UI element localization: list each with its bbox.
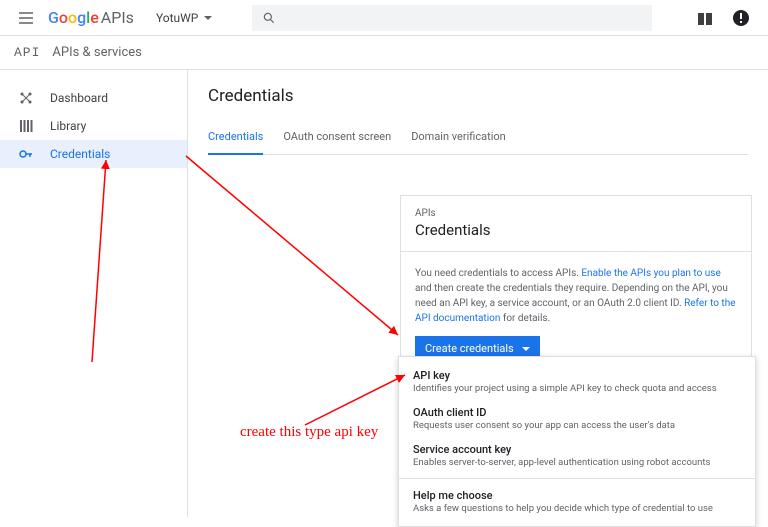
page-title: Credentials [208, 86, 748, 106]
dropdown-item-title: OAuth client ID [413, 406, 741, 419]
library-icon [18, 118, 34, 134]
dropdown-item-service-account[interactable]: Service account key Enables server-to-se… [399, 437, 755, 474]
gift-icon[interactable] [696, 9, 714, 27]
dropdown-item-help-me-choose[interactable]: Help me choose Asks a few questions to h… [399, 483, 755, 520]
tab-label: OAuth consent screen [283, 130, 391, 143]
sidebar-item-label: Library [50, 119, 86, 133]
section-title: APIs & services [52, 45, 141, 60]
api-logo-icon: API [14, 45, 40, 60]
card-title: Credentials [415, 221, 737, 239]
caret-down-icon [522, 347, 530, 351]
credentials-card: APIs Credentials You need credentials to… [400, 195, 752, 372]
dashboard-icon [18, 90, 34, 106]
sidebar-item-library[interactable]: Library [0, 112, 187, 140]
tabs: Credentials OAuth consent screen Domain … [208, 130, 748, 155]
annotation-text: create this type api key [240, 424, 378, 441]
dropdown-item-title: Service account key [413, 443, 741, 456]
dropdown-separator [399, 478, 755, 479]
card-overline: APIs [415, 208, 737, 219]
search-icon [262, 11, 276, 25]
sidebar-item-credentials[interactable]: Credentials [0, 140, 187, 168]
project-name: YotuWP [156, 11, 198, 25]
key-icon [18, 146, 34, 162]
dropdown-item-desc: Requests user consent so your app can ac… [413, 420, 741, 431]
create-credentials-dropdown: API key Identifies your project using a … [398, 356, 756, 527]
dropdown-item-oauth-client[interactable]: OAuth client ID Requests user consent so… [399, 400, 755, 437]
sidebar-item-label: Credentials [50, 147, 110, 161]
tab-label: Credentials [208, 130, 263, 143]
dropdown-item-api-key[interactable]: API key Identifies your project using a … [399, 363, 755, 400]
tab-credentials[interactable]: Credentials [208, 130, 263, 155]
card-description: You need credentials to access APIs. Ena… [415, 266, 737, 326]
tab-domain-verification[interactable]: Domain verification [411, 130, 506, 154]
button-label: Create credentials [425, 342, 514, 355]
caret-down-icon [204, 16, 212, 20]
dropdown-item-title: API key [413, 369, 741, 382]
hamburger-icon [17, 9, 35, 27]
sidebar-item-dashboard[interactable]: Dashboard [0, 84, 187, 112]
tab-label: Domain verification [411, 130, 506, 143]
top-header: Google APIs YotuWP [0, 0, 768, 36]
search-input[interactable] [252, 5, 652, 31]
project-selector[interactable]: YotuWP [156, 11, 212, 25]
apis-label: APIs [101, 8, 134, 27]
dropdown-item-desc: Asks a few questions to help you decide … [413, 503, 741, 514]
tab-oauth-consent[interactable]: OAuth consent screen [283, 130, 391, 154]
sidebar-item-label: Dashboard [50, 91, 108, 105]
dropdown-item-title: Help me choose [413, 489, 741, 502]
sidebar: Dashboard Library Credentials [0, 70, 188, 517]
dropdown-item-desc: Enables server-to-server, app-level auth… [413, 457, 741, 468]
alert-icon[interactable] [732, 9, 750, 27]
dropdown-item-desc: Identifies your project using a simple A… [413, 383, 741, 394]
google-logo[interactable]: Google APIs [48, 8, 134, 27]
enable-apis-link[interactable]: Enable the APIs you plan to use [581, 268, 720, 279]
subheader: API APIs & services [0, 36, 768, 70]
hamburger-menu-button[interactable] [8, 0, 44, 36]
